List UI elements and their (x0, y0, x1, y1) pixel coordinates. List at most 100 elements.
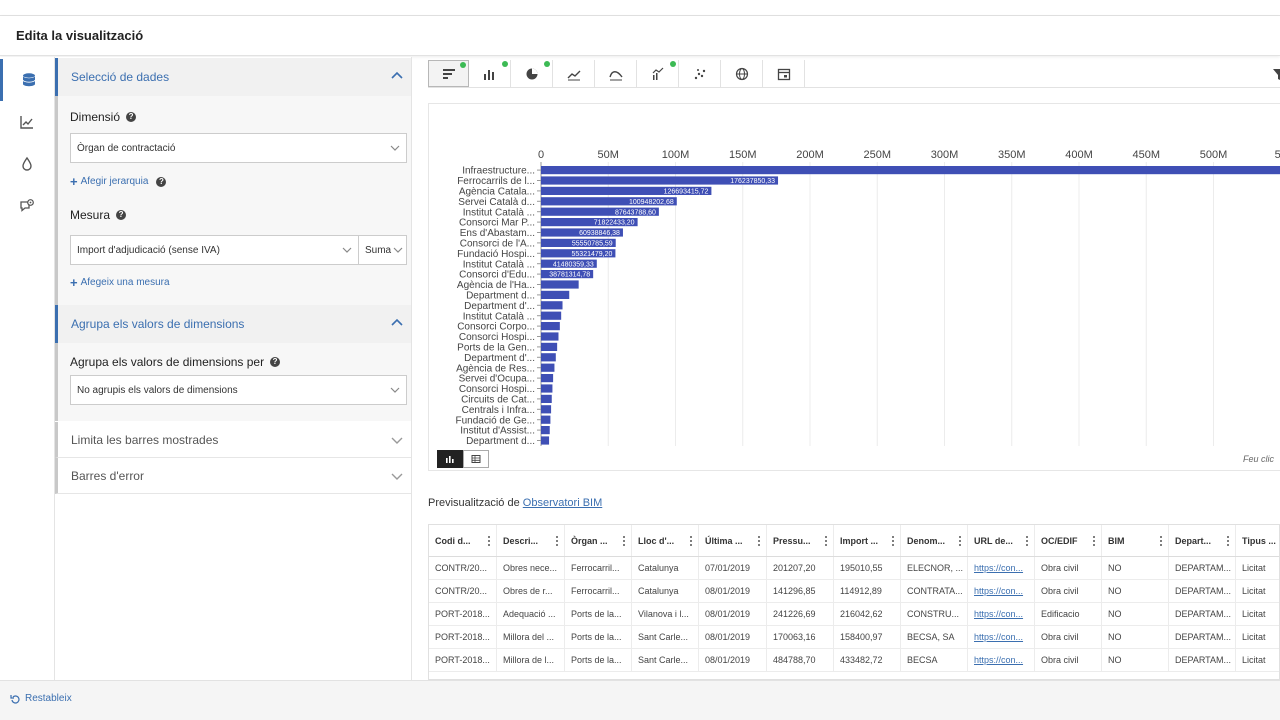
measure-select[interactable]: Import d'adjudicació (sense IVA) (70, 235, 359, 265)
add-measure-link[interactable]: + Afegeix una mesura (70, 276, 170, 289)
timeline-icon (652, 67, 664, 80)
help-icon[interactable]: ? (116, 210, 127, 220)
kebab-menu-icon[interactable] (1026, 536, 1029, 546)
chart-tab[interactable] (0, 101, 54, 143)
bar[interactable] (541, 280, 579, 289)
help-icon[interactable]: ? (270, 357, 281, 367)
bar[interactable] (541, 405, 552, 414)
help-icon[interactable]: ? (126, 112, 137, 122)
kebab-menu-icon[interactable] (892, 536, 895, 546)
bar[interactable] (541, 394, 552, 403)
group-values-header[interactable]: Agrupa els valors de dimensions (55, 305, 411, 343)
aggregation-select[interactable]: Suma (358, 235, 407, 265)
status-dot (460, 62, 466, 68)
bar[interactable] (541, 415, 551, 424)
column-header[interactable]: Pressu... (767, 525, 834, 556)
kebab-menu-icon[interactable] (623, 536, 626, 546)
bar[interactable] (541, 332, 559, 341)
cell-text: 141296,85 (773, 586, 816, 596)
table-view-button[interactable] (463, 450, 489, 468)
chart-type-scatter[interactable] (680, 60, 721, 87)
bar[interactable] (541, 384, 553, 393)
column-header[interactable]: OC/EDIF (1035, 525, 1102, 556)
category-label: Consorci de l'A... (460, 239, 535, 250)
table-row[interactable]: PORT-2018... Millora de l... Ports de la..… (429, 649, 1279, 672)
chart-type-line[interactable] (554, 60, 595, 87)
kebab-menu-icon[interactable] (1227, 536, 1230, 546)
table-row[interactable]: CONTR/20... Obres de r... Ferrocarril... Ca… (429, 580, 1279, 603)
error-bars-section[interactable]: Barres d'error (55, 458, 411, 494)
table-row[interactable]: PORT-2018... Millora del ... Ports de la..… (429, 626, 1279, 649)
chart-view-button[interactable] (437, 450, 463, 468)
chart-type-area[interactable] (596, 60, 637, 87)
kebab-menu-icon[interactable] (1093, 536, 1096, 546)
kebab-menu-icon[interactable] (959, 536, 962, 546)
column-header[interactable]: URL de... (968, 525, 1035, 556)
bar[interactable] (541, 166, 1280, 175)
column-header[interactable]: Òrgan ... (565, 525, 632, 556)
kebab-menu-icon[interactable] (690, 536, 693, 546)
table-cell-link[interactable]: https://con... (968, 626, 1035, 648)
bar[interactable] (541, 426, 550, 435)
cell-text: Licitat (1242, 563, 1266, 573)
chart-type-pie[interactable] (512, 60, 553, 87)
kebab-menu-icon[interactable] (825, 536, 828, 546)
reset-button[interactable]: Restableix (10, 693, 72, 704)
limit-bars-section[interactable]: Limita les barres mostrades (55, 422, 411, 458)
table-row[interactable]: CONTR/20... Obres nece... Ferrocarril... Ca… (429, 557, 1279, 580)
chart-type-timeline[interactable] (638, 60, 679, 87)
cell-text: DEPARTAM... (1175, 655, 1232, 665)
chart-type-calendar[interactable] (764, 60, 805, 87)
column-header[interactable]: Tipus ... (1236, 525, 1279, 556)
add-hierarchy-link[interactable]: + Afegir jerarquia ? (70, 175, 167, 188)
table-cell-link[interactable]: https://con... (968, 580, 1035, 602)
table-row[interactable]: PORT-2018... Adequació ... Ports de la... V… (429, 603, 1279, 626)
table-cell-link[interactable]: https://con... (968, 649, 1035, 671)
table-cell-link[interactable]: https://con... (968, 557, 1035, 579)
kebab-menu-icon[interactable] (1160, 536, 1163, 546)
group-by-value: No agrupis els valors de dimensions (77, 384, 238, 396)
filter-button[interactable] (1258, 60, 1280, 87)
table-cell-link[interactable]: https://con... (968, 603, 1035, 625)
bar[interactable] (541, 374, 554, 383)
interaction-tab[interactable] (0, 185, 54, 227)
help-icon[interactable]: ? (156, 176, 167, 187)
column-header[interactable]: BIM (1102, 525, 1169, 556)
kebab-menu-icon[interactable] (556, 536, 559, 546)
bar-chart[interactable]: 0 50M 100M 150M 200M 250M 300M 350M 400M 450M 500M… (429, 104, 1280, 446)
column-header[interactable]: Depart... (1169, 525, 1236, 556)
bar[interactable] (541, 301, 563, 310)
bar[interactable] (541, 322, 560, 331)
bar[interactable] (541, 363, 555, 372)
data-selection-header[interactable]: Selecció de dades (55, 58, 411, 96)
chart-type-bar-vertical[interactable] (470, 60, 511, 87)
dimension-select[interactable]: Òrgan de contractació (70, 133, 407, 163)
column-header[interactable]: Última ... (699, 525, 767, 556)
bar[interactable] (541, 353, 556, 362)
kebab-menu-icon[interactable] (758, 536, 761, 546)
cell-text: URL de... (974, 535, 1013, 546)
chart-type-map[interactable] (722, 60, 763, 87)
bar[interactable] (541, 342, 558, 351)
cell-text: Lloc d'... (638, 535, 675, 546)
column-header[interactable]: Denom... (901, 525, 968, 556)
column-header[interactable]: Descri... (497, 525, 565, 556)
kebab-menu-icon[interactable] (488, 536, 491, 546)
style-tab[interactable] (0, 143, 54, 185)
measure-label: Mesura (70, 208, 111, 222)
table-cell: 08/01/2019 (699, 603, 767, 625)
bar[interactable] (541, 290, 570, 299)
cell-text: Millora del ... (503, 632, 555, 642)
column-header[interactable]: Import ... (834, 525, 901, 556)
data-tab[interactable] (0, 59, 54, 101)
dataset-link[interactable]: Observatori BIM (523, 497, 602, 509)
column-header[interactable]: Lloc d'... (632, 525, 699, 556)
chart-type-bar-horizontal[interactable] (428, 60, 469, 87)
group-by-select[interactable]: No agrupis els valors de dimensions (70, 375, 407, 405)
dimension-value: Òrgan de contractació (77, 142, 176, 154)
column-header[interactable]: Codi d... (429, 525, 497, 556)
bar[interactable] (541, 436, 550, 445)
table-cell: Sant Carle... (632, 649, 699, 671)
pie-icon (526, 68, 538, 79)
bar[interactable] (541, 311, 562, 320)
